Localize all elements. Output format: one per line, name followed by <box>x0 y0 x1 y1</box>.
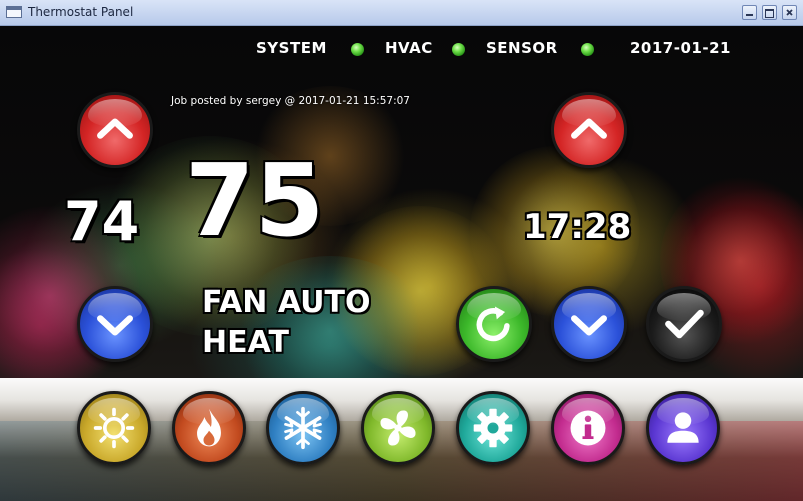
cool-mode-button[interactable] <box>266 391 340 465</box>
settings-button[interactable] <box>456 391 530 465</box>
gear-icon <box>473 408 513 448</box>
fan-mode-label: FAN AUTO <box>202 285 371 320</box>
refresh-button[interactable] <box>456 286 532 362</box>
minimize-icon <box>746 14 753 16</box>
current-temperature: 74 <box>64 190 140 253</box>
user-icon <box>667 412 699 443</box>
status-hvac-indicator <box>452 43 465 56</box>
status-system-label: SYSTEM <box>256 39 327 57</box>
confirm-button[interactable] <box>646 286 722 362</box>
status-sensor-label: SENSOR <box>486 39 558 57</box>
snowflake-icon <box>284 406 322 450</box>
fan-icon <box>380 410 416 446</box>
maximize-icon <box>765 9 774 18</box>
status-system-indicator <box>351 43 364 56</box>
fan-mode-button[interactable] <box>361 391 435 465</box>
chevron-down-icon <box>571 315 607 336</box>
temp-down-button[interactable] <box>77 286 153 362</box>
window-titlebar: Thermostat Panel <box>0 0 803 26</box>
heat-mode-button[interactable] <box>172 391 246 465</box>
chevron-down-icon <box>97 315 133 336</box>
job-posted-text: Job posted by sergey @ 2017-01-21 15:57:… <box>171 95 410 107</box>
status-hvac-label: HVAC <box>385 39 433 57</box>
user-button[interactable] <box>646 391 720 465</box>
close-button[interactable] <box>782 5 797 20</box>
time-down-button[interactable] <box>551 286 627 362</box>
thermostat-panel: SYSTEM HVAC SENSOR 2017-01-21 Job posted… <box>0 26 803 501</box>
chevron-up-icon <box>571 118 607 139</box>
info-icon <box>570 410 606 446</box>
minimize-button[interactable] <box>742 5 757 20</box>
maximize-button[interactable] <box>762 5 777 20</box>
window-app-icon <box>6 6 22 18</box>
temp-up-button[interactable] <box>77 92 153 168</box>
checkmark-icon <box>665 309 704 339</box>
status-date: 2017-01-21 <box>630 39 731 57</box>
auto-mode-button[interactable] <box>77 391 151 465</box>
window-title: Thermostat Panel <box>28 5 134 19</box>
auto-heat-cool-icon <box>93 407 135 449</box>
hvac-mode-label: HEAT <box>202 325 289 360</box>
info-button[interactable] <box>551 391 625 465</box>
close-icon <box>786 9 793 16</box>
flame-icon <box>197 408 221 447</box>
chevron-up-icon <box>97 118 133 139</box>
time-up-button[interactable] <box>551 92 627 168</box>
status-sensor-indicator <box>581 43 594 56</box>
refresh-icon <box>476 306 510 342</box>
clock-time: 17:28 <box>523 207 632 247</box>
set-temperature: 75 <box>185 142 325 259</box>
